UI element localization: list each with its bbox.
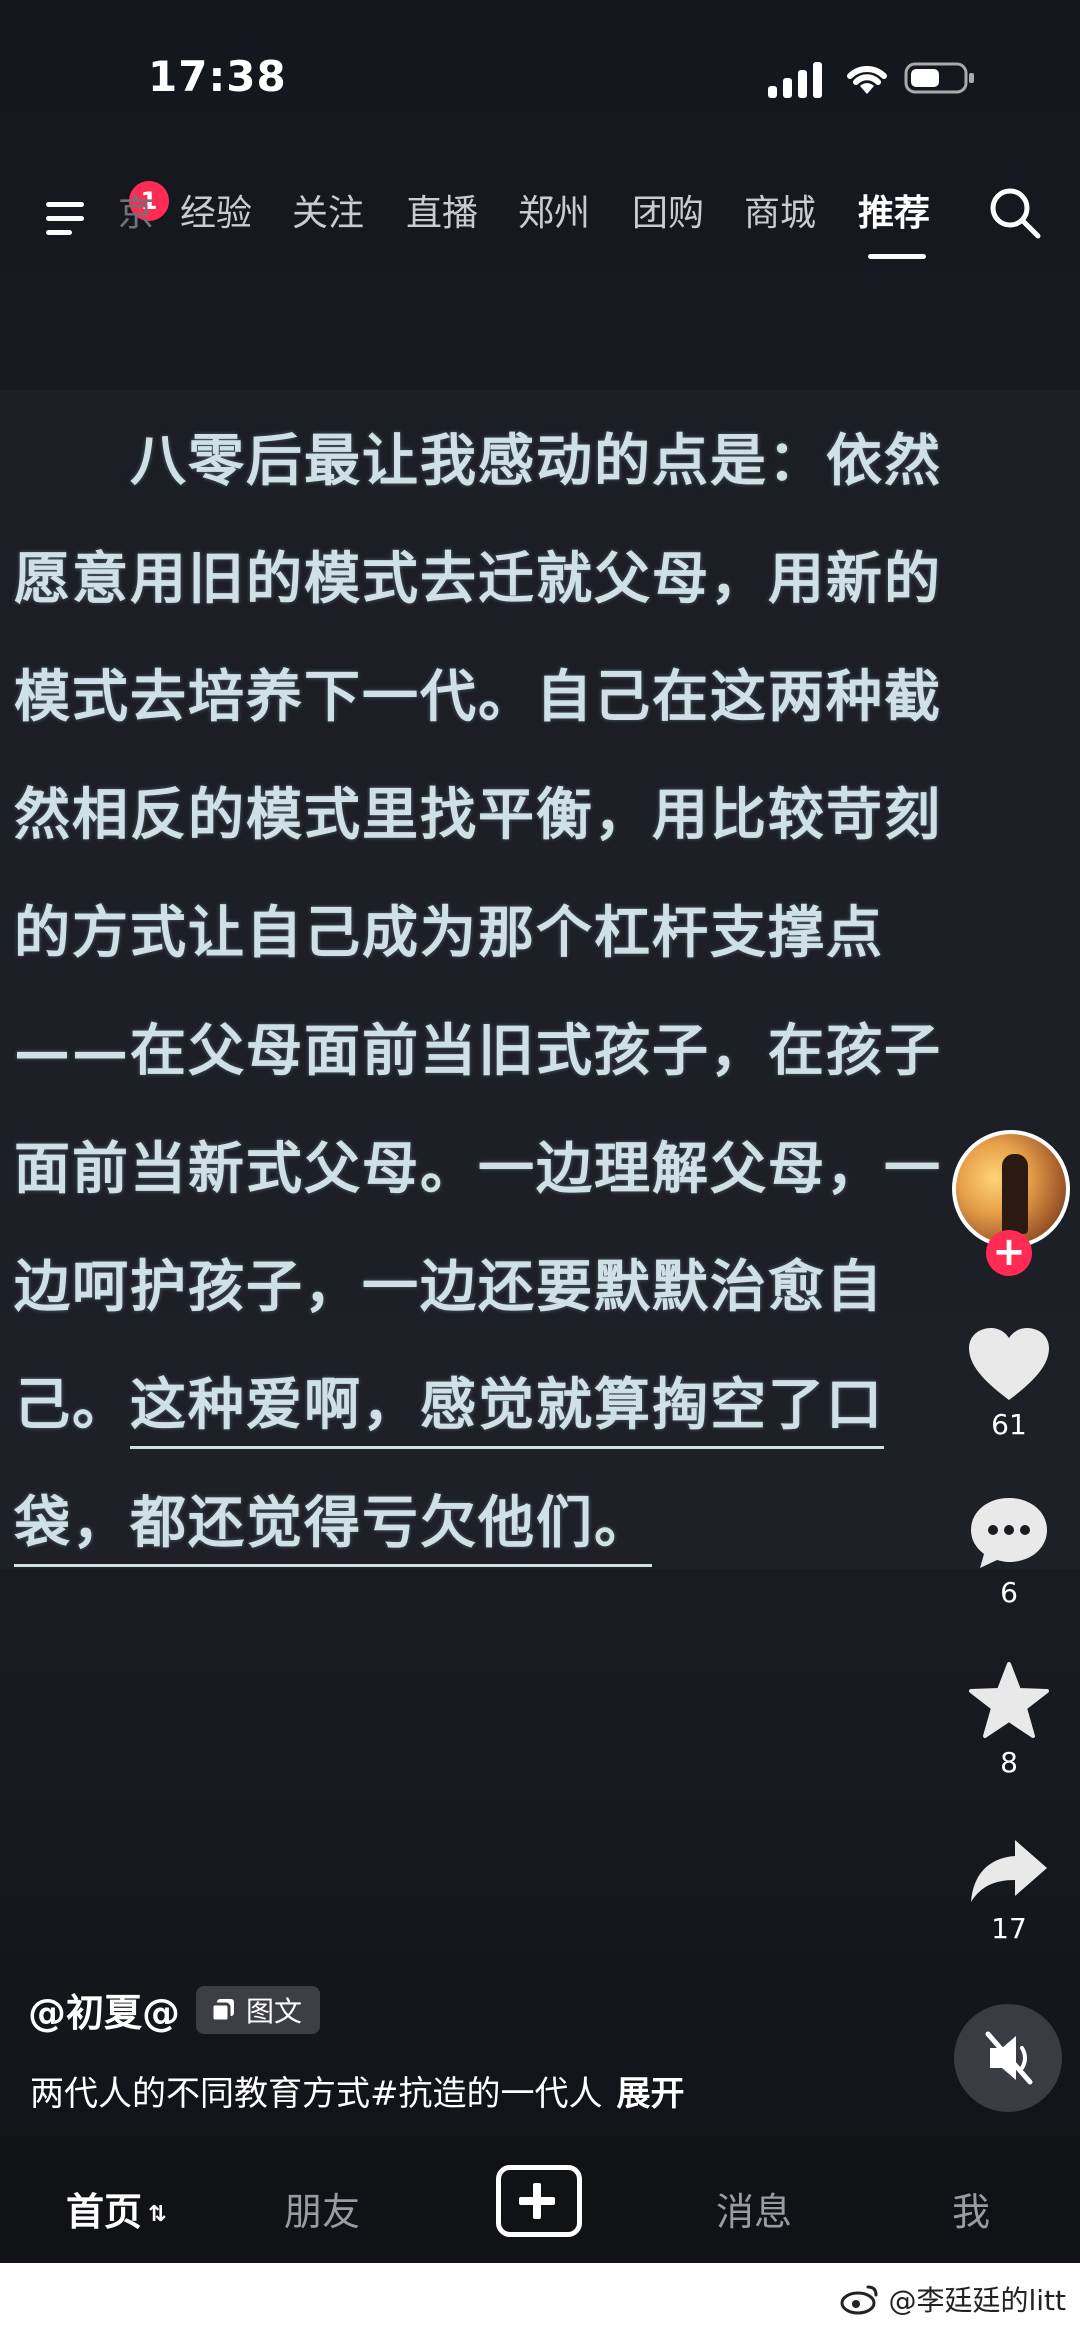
weibo-logo-icon (840, 2285, 878, 2315)
nav-messages[interactable]: 消息 (716, 2181, 792, 2236)
tab-following[interactable]: 关注 (292, 184, 364, 236)
nav-home[interactable]: 首页 ⇅ (66, 2181, 166, 2236)
comment-button[interactable]: 6 (948, 1494, 1070, 1609)
post-type-label: 图文 (246, 1995, 303, 2028)
like-count: 61 (991, 1408, 1027, 1441)
text-line: 面前当新式父母。一边理解父母，一 (14, 1136, 942, 1202)
heart-icon (969, 1328, 1049, 1400)
speaker-muted-icon (985, 2031, 1033, 2085)
favorite-count: 8 (1000, 1746, 1018, 1779)
tab-group-buy[interactable]: 团购 (632, 184, 704, 236)
tab-live[interactable]: 直播 (406, 184, 478, 236)
watermark-text: @李廷廷的litt (888, 2284, 1066, 2317)
expand-button[interactable]: 展开 (617, 2074, 685, 2114)
post-type-tag: 图文 (196, 1986, 321, 2034)
text-line: ——在父母面前当旧式孩子，在孩子 (14, 1018, 942, 1084)
watermark-bar: @李廷廷的litt (0, 2263, 1080, 2347)
bottom-nav: 首页 ⇅ 朋友 消息 我 (0, 2143, 1080, 2263)
tab-zhengzhou[interactable]: 郑州 (518, 184, 590, 236)
menu-button[interactable]: 1 (42, 178, 172, 246)
text-line: 然相反的模式里找平衡，用比较苛刻 (14, 782, 942, 848)
active-tab-indicator (868, 254, 926, 259)
text-line: 模式去培养下一代。自己在这两种截 (14, 664, 942, 730)
share-button[interactable]: 17 (948, 1836, 1070, 1945)
text-underlined: 袋，都还觉得亏欠他们。 (14, 1490, 652, 1567)
top-nav: 1 京 经验 关注 直播 郑州 团购 商城 推荐 (0, 170, 1080, 270)
tab-recommend[interactable]: 推荐 (858, 184, 930, 236)
nav-friends[interactable]: 朋友 (284, 2181, 360, 2236)
share-count: 17 (991, 1912, 1027, 1945)
text-plain: 己。 (14, 1372, 130, 1438)
text-line: 的方式让自己成为那个杠杆支撑点 (14, 900, 884, 966)
text-line: 八零后最让我感动的点是：依然 (14, 428, 942, 494)
text-line: 边呵护孩子，一边还要默默治愈自 (14, 1254, 884, 1320)
screen: 17:38 1 京 经验 关注 直播 郑州 团购 商城 推荐 八零后最让我感动的… (0, 0, 1080, 2347)
post-description: 两代人的不同教育方式#抗造的一代人 展开 (30, 2066, 685, 2115)
author-name[interactable]: @初夏@ (28, 1982, 180, 2037)
text-line: 袋，都还觉得亏欠他们。 (14, 1478, 652, 1567)
text-line: 己。这种爱啊，感觉就算掏空了口 (14, 1360, 884, 1449)
follow-button[interactable]: + (986, 1230, 1032, 1276)
status-time: 17:38 (148, 52, 287, 101)
comment-icon (971, 1498, 1047, 1568)
share-icon (971, 1840, 1047, 1902)
signal-icon (768, 62, 822, 98)
mute-button[interactable] (954, 2004, 1062, 2112)
status-bar: 17:38 (0, 0, 1080, 160)
weibo-watermark: @李廷廷的litt (840, 2279, 1066, 2319)
comment-count: 6 (1000, 1576, 1018, 1609)
nav-home-label: 首页 (66, 2190, 143, 2234)
tab-mall[interactable]: 商城 (744, 184, 816, 236)
text-line: 愿意用旧的模式去迁就父母，用新的 (14, 546, 942, 612)
create-post-button[interactable] (496, 2165, 582, 2237)
avatar-figure (1002, 1154, 1028, 1234)
tab-experience[interactable]: 经验 (180, 184, 252, 236)
star-icon (969, 1662, 1049, 1738)
nav-me[interactable]: 我 (952, 2181, 990, 2236)
battery-icon (904, 62, 974, 94)
image-text-icon (210, 1999, 234, 2023)
wifi-icon (847, 65, 887, 94)
like-button[interactable]: 61 (948, 1326, 1070, 1441)
favorite-button[interactable]: 8 (948, 1660, 1070, 1779)
post-image-text: 八零后最让我感动的点是：依然 愿意用旧的模式去迁就父母，用新的 模式去培养下一代… (0, 390, 1080, 1570)
search-icon[interactable] (984, 182, 1044, 242)
tab-1[interactable]: 京 (118, 184, 154, 236)
text-underlined: 这种爱啊，感觉就算掏空了口 (130, 1372, 884, 1449)
description-text: 两代人的不同教育方式#抗造的一代人 (30, 2074, 603, 2114)
refresh-arrows-icon: ⇅ (148, 2202, 167, 2227)
